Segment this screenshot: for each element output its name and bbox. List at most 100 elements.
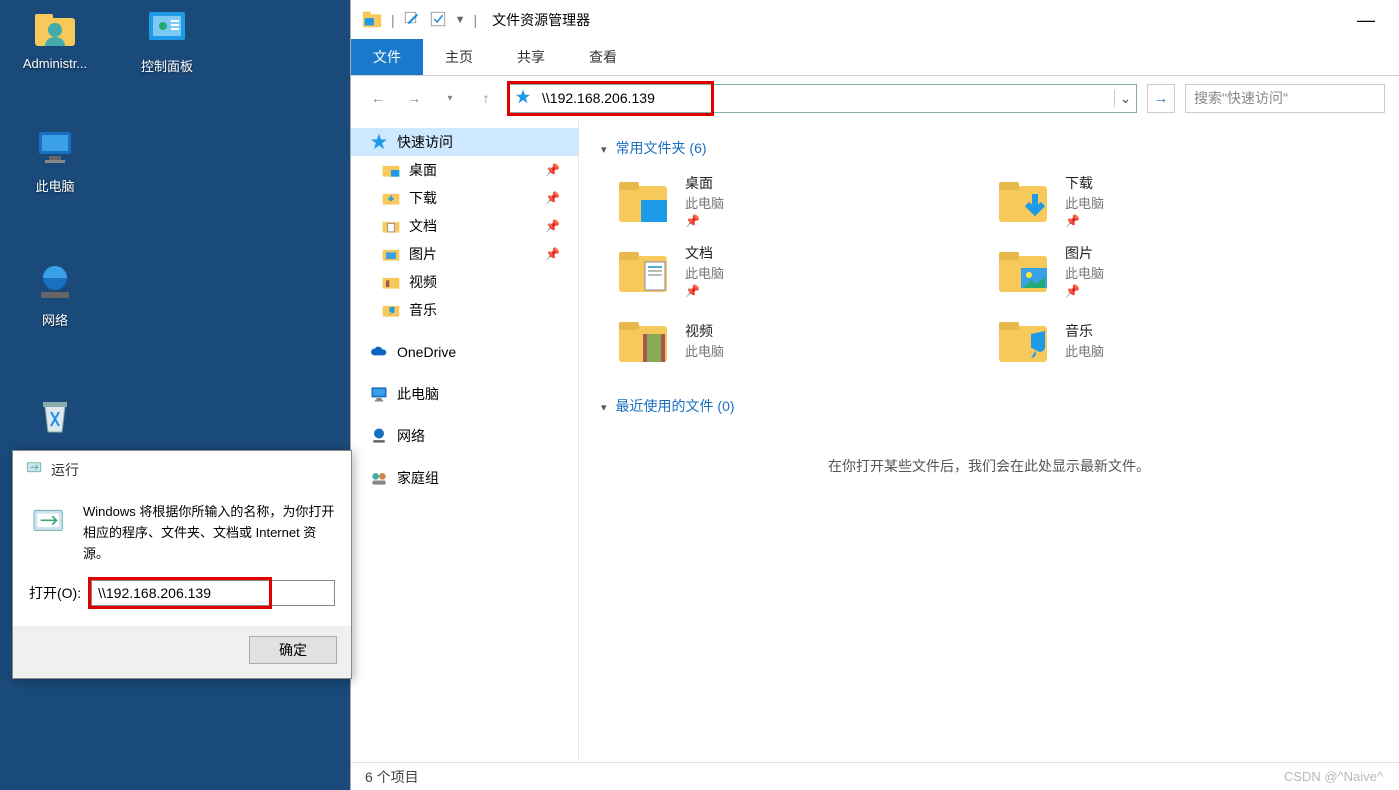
desktop-icon-label: 此电脑: [10, 176, 100, 195]
folder-desktop[interactable]: 桌面此电脑📌: [615, 172, 955, 228]
explorer-app-icon: [361, 8, 383, 33]
pc-icon: [31, 124, 79, 172]
status-bar: 6 个项目: [351, 762, 1399, 790]
sidebar-item-music[interactable]: 音乐: [351, 296, 578, 324]
pin-icon: 📌: [545, 191, 560, 205]
sidebar-onedrive[interactable]: OneDrive: [351, 338, 578, 366]
section-recent-files[interactable]: 最近使用的文件 (0): [601, 396, 1377, 416]
pin-icon: 📌: [685, 284, 724, 298]
nav-pane: 快速访问 桌面📌 下载📌 文档📌 图片📌 视频 音乐 OneDrive 此电脑 …: [351, 120, 579, 762]
quick-access-toolbar: | ▼ |: [361, 8, 477, 33]
chevron-down-icon: [601, 140, 610, 156]
pin-icon: 📌: [1065, 284, 1104, 298]
explorer-body: 快速访问 桌面📌 下载📌 文档📌 图片📌 视频 音乐 OneDrive 此电脑 …: [351, 120, 1399, 762]
watermark: CSDN @^Naive^: [1284, 769, 1383, 784]
folder-icon: [381, 300, 401, 320]
folder-icon: [381, 160, 401, 180]
run-dialog: 运行 Windows 将根据你所输入的名称，为你打开相应的程序、文件夹、文档或 …: [12, 450, 352, 679]
folder-grid: 桌面此电脑📌 下载此电脑📌 文档此电脑📌 图片此电脑📌 视频此电脑 音乐此电脑: [615, 172, 1377, 368]
pc-icon: [369, 384, 389, 404]
qat-dropdown-icon[interactable]: ▼: [455, 14, 466, 26]
up-button[interactable]: ↑: [473, 85, 499, 111]
tab-file[interactable]: 文件: [351, 39, 423, 75]
desktop-icon-label: Administr...: [10, 56, 100, 71]
go-button[interactable]: →: [1147, 84, 1175, 113]
address-bar[interactable]: ⌄: [509, 84, 1137, 113]
titlebar[interactable]: | ▼ | 文件资源管理器 —: [351, 0, 1399, 40]
run-icon: [29, 502, 69, 564]
sidebar-item-pictures[interactable]: 图片📌: [351, 240, 578, 268]
run-titlebar[interactable]: 运行: [13, 451, 351, 488]
folder-icon: [381, 216, 401, 236]
recycle-bin-icon: [31, 392, 79, 440]
folder-icon: [381, 188, 401, 208]
homegroup-icon: [369, 468, 389, 488]
folder-icon: [615, 172, 671, 228]
desktop-icon-label: 控制面板: [122, 56, 212, 75]
desktop-icon-this-pc[interactable]: 此电脑: [10, 124, 100, 195]
sidebar-quick-access[interactable]: 快速访问: [351, 128, 578, 156]
folder-icon: [995, 172, 1051, 228]
pin-icon: 📌: [545, 247, 560, 261]
run-app-icon: [25, 459, 43, 480]
forward-button[interactable]: →: [401, 85, 427, 111]
desktop-icon-user[interactable]: Administr...: [10, 4, 100, 71]
nav-row: ← → ▾ ↑ ⌄ → 搜索"快速访问": [351, 76, 1399, 120]
address-dropdown-icon[interactable]: ⌄: [1114, 90, 1136, 107]
folder-downloads[interactable]: 下载此电脑📌: [995, 172, 1335, 228]
recent-dropdown[interactable]: ▾: [437, 85, 463, 111]
sidebar-network[interactable]: 网络: [351, 422, 578, 450]
file-explorer-window: | ▼ | 文件资源管理器 — 文件 主页 共享 查看 ← → ▾ ↑ ⌄ → …: [350, 0, 1399, 790]
tab-share[interactable]: 共享: [495, 39, 567, 75]
section-frequent-folders[interactable]: 常用文件夹 (6): [601, 138, 1377, 158]
quick-access-star-icon: [514, 88, 536, 109]
desktop-icon-label: 网络: [10, 310, 100, 329]
qat-checkbox-icon[interactable]: [429, 10, 447, 31]
folder-pictures[interactable]: 图片此电脑📌: [995, 242, 1335, 298]
ok-button[interactable]: 确定: [249, 636, 337, 664]
folder-icon: [615, 242, 671, 298]
folder-videos[interactable]: 视频此电脑: [615, 312, 955, 368]
sidebar-this-pc[interactable]: 此电脑: [351, 380, 578, 408]
sidebar-item-documents[interactable]: 文档📌: [351, 212, 578, 240]
window-title: 文件资源管理器: [492, 10, 590, 30]
sidebar-homegroup[interactable]: 家庭组: [351, 464, 578, 492]
desktop-icon-recycle-bin[interactable]: [10, 392, 100, 444]
sidebar-item-desktop[interactable]: 桌面📌: [351, 156, 578, 184]
chevron-down-icon: [601, 398, 610, 414]
folder-music[interactable]: 音乐此电脑: [995, 312, 1335, 368]
sidebar-item-downloads[interactable]: 下载📌: [351, 184, 578, 212]
tab-view[interactable]: 查看: [567, 39, 639, 75]
user-folder-icon: [31, 4, 79, 52]
network-icon: [31, 258, 79, 306]
onedrive-icon: [369, 342, 389, 362]
search-box[interactable]: 搜索"快速访问": [1185, 84, 1385, 113]
minimize-button[interactable]: —: [1343, 10, 1389, 31]
pin-icon: 📌: [685, 214, 724, 228]
run-open-label: 打开(O):: [29, 583, 81, 603]
desktop-icon-control-panel[interactable]: 控制面板: [122, 4, 212, 75]
run-description: Windows 将根据你所输入的名称，为你打开相应的程序、文件夹、文档或 Int…: [83, 502, 335, 564]
empty-recent-text: 在你打开某些文件后，我们会在此处显示最新文件。: [601, 456, 1377, 476]
folder-icon: [381, 272, 401, 292]
desktop-icon-network[interactable]: 网络: [10, 258, 100, 329]
pin-icon: 📌: [545, 219, 560, 233]
folder-icon: [615, 312, 671, 368]
folder-icon: [381, 244, 401, 264]
folder-icon: [995, 242, 1051, 298]
qat-properties-icon[interactable]: [403, 10, 421, 31]
run-input[interactable]: [91, 580, 335, 606]
content-pane: 常用文件夹 (6) 桌面此电脑📌 下载此电脑📌 文档此电脑📌 图片此电脑📌 视频…: [579, 120, 1399, 762]
pin-icon: 📌: [1065, 214, 1104, 228]
pin-icon: 📌: [545, 163, 560, 177]
tab-home[interactable]: 主页: [423, 39, 495, 75]
ribbon-tabs: 文件 主页 共享 查看: [351, 40, 1399, 76]
sidebar-item-videos[interactable]: 视频: [351, 268, 578, 296]
control-panel-icon: [143, 4, 191, 52]
folder-documents[interactable]: 文档此电脑📌: [615, 242, 955, 298]
address-input[interactable]: [540, 85, 1114, 112]
star-icon: [369, 132, 389, 152]
network-icon: [369, 426, 389, 446]
back-button[interactable]: ←: [365, 85, 391, 111]
folder-icon: [995, 312, 1051, 368]
